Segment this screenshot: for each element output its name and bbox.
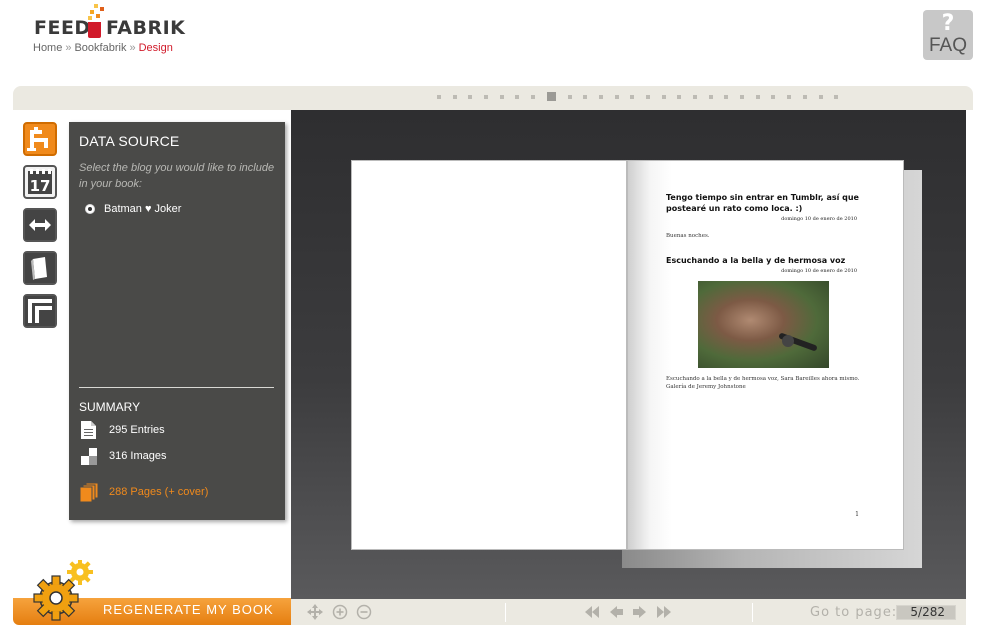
- layout-tool[interactable]: [23, 294, 57, 328]
- step-indicator[interactable]: [531, 94, 536, 99]
- step-indicator[interactable]: [452, 94, 457, 99]
- step-indicator[interactable]: [818, 94, 823, 99]
- step-indicator[interactable]: [661, 94, 666, 99]
- faq-label: FAQ: [928, 35, 967, 56]
- post-date: domingo 10 de enero de 2010: [781, 216, 857, 222]
- question-mark-icon: ?: [941, 11, 955, 36]
- microphone-head: [782, 335, 794, 347]
- entries-count: 295 Entries: [109, 424, 165, 436]
- post-photo: [698, 281, 829, 368]
- last-page-icon[interactable]: [656, 604, 672, 620]
- step-indicator-active[interactable]: [546, 92, 556, 101]
- step-indicator[interactable]: [630, 94, 635, 99]
- post-date: domingo 10 de enero de 2010: [781, 268, 857, 274]
- logo-text-fabrik: FABRIK: [106, 17, 186, 39]
- panel-title: DATA SOURCE: [79, 133, 180, 149]
- goto-page-label: Go to page:: [810, 605, 898, 620]
- photo-caption: Escuchando a la bella y de hermosa voz, …: [666, 376, 860, 390]
- data-source-tool[interactable]: [23, 122, 57, 156]
- step-progress-bar: [13, 86, 973, 110]
- first-page-icon[interactable]: [584, 604, 600, 620]
- control-separator: [505, 603, 506, 622]
- step-indicator[interactable]: [771, 94, 776, 99]
- step-indicator[interactable]: [724, 94, 729, 99]
- blog-option-label: Batman ♥ Joker: [104, 203, 182, 215]
- date-tool[interactable]: 17: [23, 165, 57, 199]
- breadcrumb-separator: »: [65, 42, 72, 54]
- pages-icon: [79, 482, 99, 502]
- pages-count: 288 Pages (+ cover): [109, 486, 209, 498]
- regenerate-label: REGENERATE MY BOOK: [103, 602, 274, 617]
- next-page-icon[interactable]: [632, 604, 648, 620]
- summary-title: SUMMARY: [79, 400, 141, 414]
- step-indicator[interactable]: [499, 94, 504, 99]
- breadcrumb: Home» Bookfabrik» Design: [33, 42, 173, 54]
- book-page-left[interactable]: [351, 160, 627, 550]
- step-indicator[interactable]: [787, 94, 792, 99]
- breadcrumb-bookfabrik[interactable]: Bookfabrik: [74, 42, 126, 54]
- step-indicator[interactable]: [598, 94, 603, 99]
- breadcrumb-design: Design: [138, 42, 173, 54]
- step-indicator[interactable]: [677, 94, 682, 99]
- step-indicator[interactable]: [567, 94, 572, 99]
- step-indicator[interactable]: [802, 94, 807, 99]
- goto-page-input[interactable]: 5/282: [896, 605, 956, 620]
- step-indicator[interactable]: [708, 94, 713, 99]
- summary-entries: 295 Entries: [79, 420, 165, 440]
- post-title: Escuchando a la bella y de hermosa voz: [666, 256, 846, 265]
- panel-hint: Select the blog you would like to includ…: [79, 162, 275, 190]
- viewer-controls: Go to page: 5/282: [291, 599, 966, 625]
- document-icon: [81, 421, 96, 439]
- faucet-icon: [27, 127, 48, 151]
- step-indicator[interactable]: [740, 94, 745, 99]
- previous-page-icon[interactable]: [608, 604, 624, 620]
- summary-pages: 288 Pages (+ cover): [79, 482, 208, 502]
- move-icon[interactable]: [307, 604, 323, 620]
- step-indicator[interactable]: [834, 94, 839, 99]
- step-indicator[interactable]: [614, 94, 619, 99]
- book-icon: [25, 253, 55, 283]
- frame-icon: [25, 296, 55, 326]
- summary-images: 316 Images: [79, 446, 166, 466]
- cover-tool[interactable]: [23, 251, 57, 285]
- step-indicator[interactable]: [693, 94, 697, 99]
- page-number: 1: [855, 511, 859, 518]
- faq-button[interactable]: ? FAQ: [923, 10, 973, 60]
- post-body: Buenas noches.: [666, 233, 710, 239]
- calendar-day-label: 17: [30, 177, 51, 195]
- step-indicator[interactable]: [645, 94, 650, 99]
- step-indicator[interactable]: [755, 94, 760, 99]
- step-indicator[interactable]: [583, 94, 588, 99]
- data-source-panel: DATA SOURCE Select the blog you would li…: [69, 122, 285, 520]
- zoom-in-icon[interactable]: [332, 604, 348, 620]
- app-root: FEED FABRIK Home» Bookfabrik» Design ? FAQ: [0, 0, 991, 642]
- blog-radio[interactable]: [85, 204, 95, 214]
- zoom-out-icon[interactable]: [356, 604, 372, 620]
- gear-icon: [33, 560, 93, 621]
- size-tool[interactable]: [23, 208, 57, 242]
- panel-divider: [79, 387, 274, 388]
- step-indicator[interactable]: [484, 94, 489, 99]
- control-separator: [752, 603, 753, 622]
- double-arrow-icon: [25, 210, 55, 240]
- step-indicator[interactable]: [515, 94, 520, 99]
- step-indicator[interactable]: [437, 94, 441, 99]
- logo-text-feed: FEED: [34, 17, 91, 39]
- step-indicators: [437, 92, 850, 101]
- step-indicator[interactable]: [468, 94, 473, 99]
- book-page-right[interactable]: Tengo tiempo sin entrar en Tumblr, así q…: [627, 160, 904, 550]
- image-icon: [81, 448, 97, 465]
- images-count: 316 Images: [109, 450, 167, 462]
- breadcrumb-home[interactable]: Home: [33, 42, 62, 54]
- breadcrumb-separator: »: [129, 42, 136, 54]
- logo-cup-icon: [88, 22, 101, 38]
- blog-option[interactable]: Batman ♥ Joker: [85, 203, 181, 215]
- post-title: Tengo tiempo sin entrar en Tumblr, así q…: [666, 193, 859, 213]
- calendar-icon: 17: [28, 169, 52, 195]
